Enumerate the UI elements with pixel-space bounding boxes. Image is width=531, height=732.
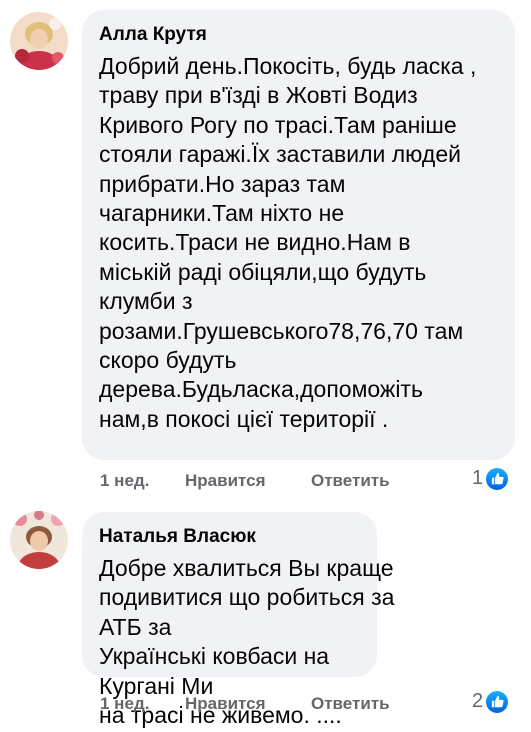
reaction-summary[interactable]: 1 [472, 467, 509, 490]
like-button[interactable]: Нравится [185, 694, 266, 714]
comment-bubble: Наталья Власюк Добре хвалиться Вы краще … [82, 512, 394, 728]
avatar-natalya[interactable] [10, 511, 68, 569]
reply-button[interactable]: Ответить [311, 471, 390, 491]
like-reaction-icon [486, 690, 509, 713]
comment-author[interactable]: Наталья Власюк [99, 526, 377, 548]
avatar-photo-icon [10, 511, 68, 569]
comment-actions: 1 нед. Нравится Ответить [0, 694, 531, 716]
comment-bubble: Алла Крутя Добрий день.Покосіть, будь ла… [82, 10, 515, 460]
comment-text: Добрий день.Покосіть, будь ласка , траву… [99, 53, 477, 432]
reaction-summary[interactable]: 2 [472, 690, 509, 713]
comment-1: Алла Крутя Добрий день.Покосіть, будь ла… [0, 0, 531, 500]
comment-timestamp[interactable]: 1 нед. [100, 694, 149, 714]
reaction-count: 2 [472, 690, 484, 712]
avatar-photo-icon [10, 12, 68, 70]
comment-2: Наталья Власюк Добре хвалиться Вы краще … [0, 500, 531, 732]
reply-button[interactable]: Ответить [311, 694, 390, 714]
reaction-count: 1 [472, 467, 484, 489]
comment-author[interactable]: Алла Крутя [99, 24, 497, 46]
like-reaction-icon [486, 467, 509, 490]
comment-actions: 1 нед. Нравится Ответить [0, 471, 531, 493]
avatar-alla[interactable] [10, 12, 68, 70]
like-button[interactable]: Нравится [185, 471, 266, 491]
comment-timestamp[interactable]: 1 нед. [100, 471, 149, 491]
